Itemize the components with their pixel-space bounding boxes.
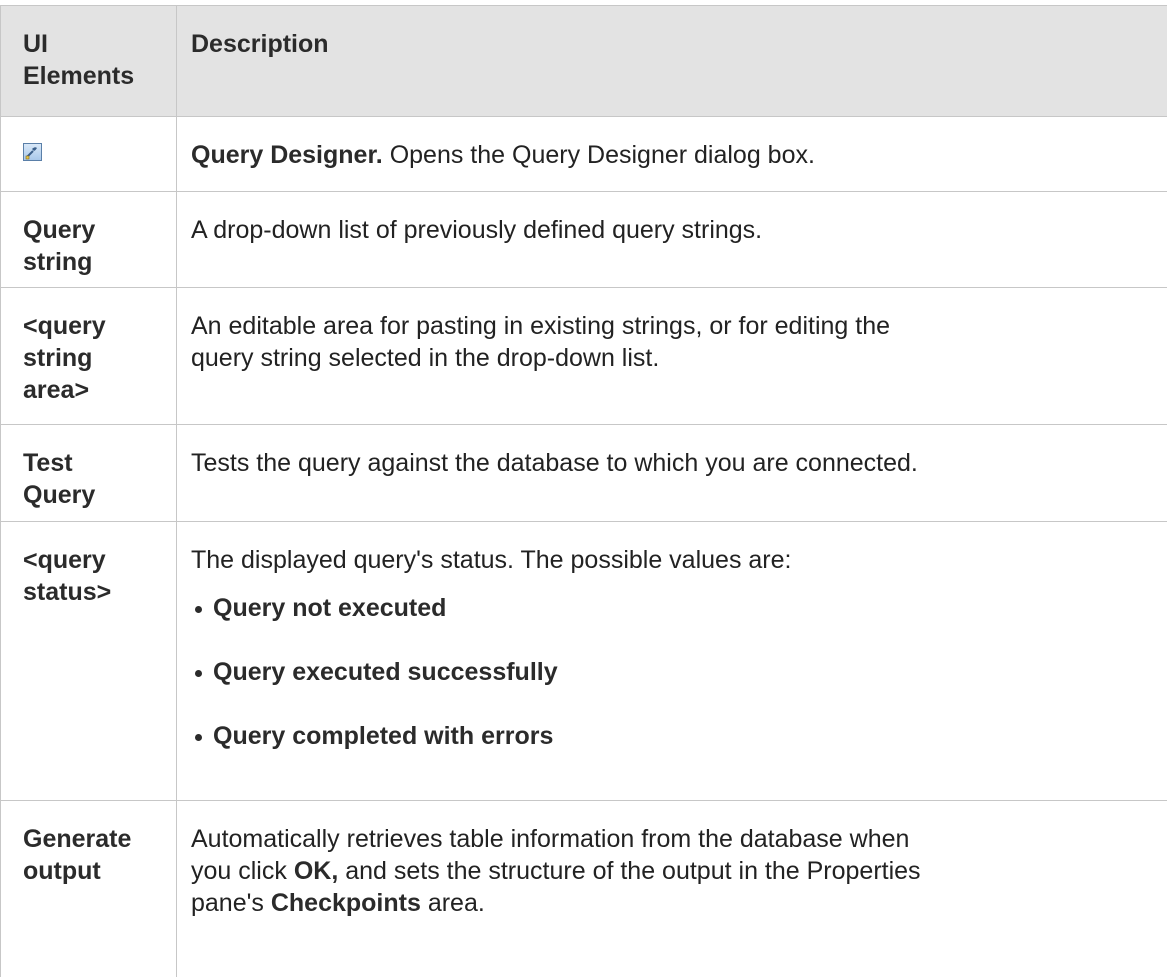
row-query-designer-description: Query Designer. Opens the Query Designer… [177, 117, 1167, 192]
test-query-name-line2: Query [23, 479, 166, 511]
table-row: Query string A drop-down list of previou… [1, 192, 1167, 288]
query-status-text: The displayed query's status. The possib… [191, 544, 1145, 576]
generate-output-text-line2: you click OK, and sets the structure of … [191, 855, 1145, 887]
query-status-values-list: Query not executed Query executed succes… [191, 592, 1145, 752]
generate-output-text-line2-b: and sets the structure of the output in … [338, 857, 920, 885]
test-query-name-line1: Test [23, 447, 166, 479]
query-string-area-name-line1: <query [23, 310, 166, 342]
row-generate-output-element: Generate output [1, 801, 177, 977]
generate-output-text-line2-a: you click [191, 857, 294, 885]
query-designer-icon[interactable] [23, 143, 42, 161]
generate-output-name-line1: Generate [23, 823, 166, 855]
header-ui-elements-line1: UI [23, 28, 166, 60]
row-test-query-description: Tests the query against the database to … [177, 425, 1167, 522]
generate-output-text-line3-a: pane's [191, 889, 271, 917]
generate-output-checkpoints-label: Checkpoints [271, 889, 421, 917]
query-string-area-name-line3: area> [23, 374, 166, 406]
generate-output-ok-label: OK, [294, 857, 338, 885]
test-query-text: Tests the query against the database to … [177, 425, 1167, 479]
table-row: Query Designer. Opens the Query Designer… [1, 117, 1167, 192]
row-query-string-element: Query string [1, 192, 177, 288]
row-query-status-description: The displayed query's status. The possib… [177, 522, 1167, 801]
generate-output-text-line1: Automatically retrieves table informatio… [191, 823, 1145, 855]
list-item: Query not executed [193, 592, 1145, 624]
row-query-designer-element [1, 117, 177, 192]
query-string-text: A drop-down list of previously defined q… [177, 192, 1167, 246]
generate-output-text-line3: pane's Checkpoints area. [191, 887, 1145, 919]
header-ui-elements-line2: Elements [23, 60, 166, 92]
bullet-icon [195, 670, 202, 677]
query-designer-text: Opens the Query Designer dialog box. [383, 141, 815, 169]
table-row: <query string area> An editable area for… [1, 288, 1167, 425]
row-query-string-area-element: <query string area> [1, 288, 177, 425]
query-string-area-text-line1: An editable area for pasting in existing… [191, 310, 1145, 342]
status-value-completed-with-errors: Query completed with errors [213, 722, 553, 750]
list-item: Query executed successfully [193, 656, 1145, 688]
row-query-string-area-description: An editable area for pasting in existing… [177, 288, 1167, 425]
row-query-string-description: A drop-down list of previously defined q… [177, 192, 1167, 288]
table-row: Generate output Automatically retrieves … [1, 801, 1167, 977]
table-header-row: UI Elements Description [1, 6, 1167, 117]
status-value-executed-successfully: Query executed successfully [213, 658, 558, 686]
header-description: Description [177, 6, 1167, 117]
query-designer-name: Query Designer. [191, 141, 383, 169]
query-string-area-text-line2: query string selected in the drop-down l… [191, 342, 1145, 374]
query-string-name-line2: string [23, 246, 166, 278]
row-generate-output-description: Automatically retrieves table informatio… [177, 801, 1167, 977]
query-string-name-line1: Query [23, 214, 166, 246]
query-string-area-name-line2: string [23, 342, 166, 374]
table-row: Test Query Tests the query against the d… [1, 425, 1167, 522]
generate-output-text-line3-b: area. [421, 889, 485, 917]
ui-elements-table: UI Elements Description [0, 5, 1167, 977]
row-test-query-element: Test Query [1, 425, 177, 522]
bullet-icon [195, 606, 202, 613]
table-row: <query status> The displayed query's sta… [1, 522, 1167, 801]
generate-output-name-line2: output [23, 855, 166, 887]
row-query-status-element: <query status> [1, 522, 177, 801]
header-ui-elements: UI Elements [1, 6, 177, 117]
header-description-label: Description [177, 6, 1167, 60]
list-item: Query completed with errors [193, 720, 1145, 752]
query-status-name-line2: status> [23, 576, 166, 608]
status-value-not-executed: Query not executed [213, 594, 446, 622]
query-status-name-line1: <query [23, 544, 166, 576]
bullet-icon [195, 734, 202, 741]
